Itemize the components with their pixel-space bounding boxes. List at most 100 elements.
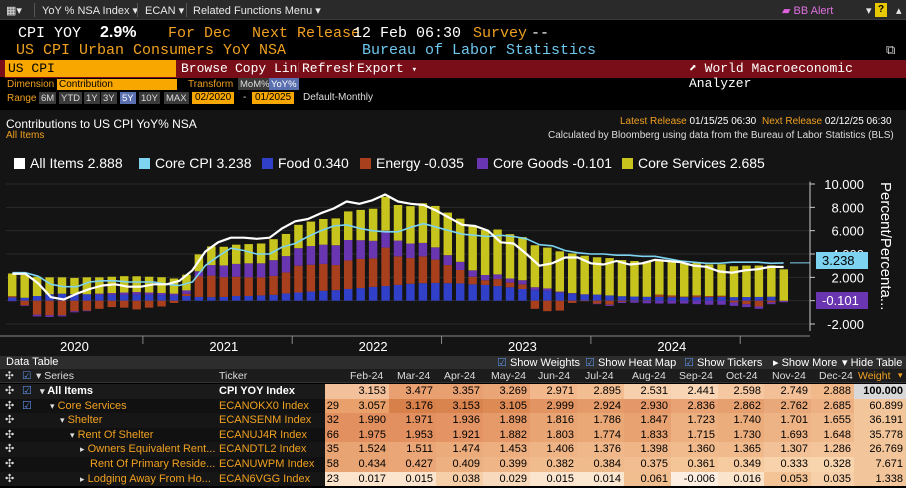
drag-handle-icon[interactable]: ✣ xyxy=(5,472,14,487)
y-axis-label: Percent/Percenta... xyxy=(877,182,894,311)
drag-handle-icon[interactable]: ✣ xyxy=(5,413,14,428)
col-month-header[interactable]: Aug-24 xyxy=(632,370,666,383)
refresh-button[interactable]: Refresh xyxy=(299,60,360,77)
table-row[interactable]: ✣ ▸ Owners Equivalent Rent... ECANDTL2 Ind… xyxy=(0,442,906,457)
expand-arrow-icon[interactable]: ▾ xyxy=(40,386,45,396)
related-functions-menu[interactable]: Related Functions Menu ▾ xyxy=(189,2,325,18)
dropdown-arrow-icon[interactable]: ▾ xyxy=(862,2,876,18)
copy-link-button[interactable]: Copy Link xyxy=(232,60,309,77)
value-cell: 2.598 xyxy=(718,384,764,399)
range-5y[interactable]: 5Y xyxy=(120,92,136,104)
col-month-header[interactable]: Sep-24 xyxy=(679,370,713,383)
expand-arrow-icon[interactable]: ▾ xyxy=(70,430,75,440)
source-link[interactable]: Bureau of Labor Statistics xyxy=(362,42,596,59)
browse-button[interactable]: Browse xyxy=(178,60,231,77)
ticker-cell[interactable]: ECANUJ4R Index xyxy=(219,428,307,443)
bb-alert-button[interactable]: ▰ BB Alert xyxy=(778,2,837,18)
grid-menu-icon[interactable]: ▦▾ xyxy=(2,2,26,18)
col-month-header[interactable]: Dec-24 xyxy=(819,370,853,383)
move-icon[interactable]: ✣ xyxy=(5,370,14,383)
energy-bar xyxy=(231,276,241,296)
drag-handle-icon[interactable]: ✣ xyxy=(5,399,14,414)
table-row[interactable]: ✣ ☑ ▾ Core Services ECANOKX0 Index 29 3.057 3.… xyxy=(0,398,906,414)
range-10y[interactable]: 10Y xyxy=(139,92,160,104)
range-1y[interactable]: 1Y xyxy=(84,92,100,104)
end-date-input[interactable]: 01/2025 xyxy=(252,92,295,104)
function-dropdown[interactable]: ECAN ▾ xyxy=(141,2,188,18)
row-checkbox[interactable]: ☑ xyxy=(22,384,32,399)
expand-arrow-icon[interactable]: ▾ xyxy=(60,415,65,425)
core-goods-bar xyxy=(493,274,502,280)
show-more-toggle[interactable]: ▸ Show More xyxy=(773,356,837,369)
show-heat-map-toggle[interactable]: ☑ Show Heat Map xyxy=(585,356,676,369)
food-bar xyxy=(630,296,639,301)
analyzer-link[interactable]: ⬈ World Macroeconomic Analyzer xyxy=(689,61,906,91)
expand-arrow-icon[interactable]: ▸ xyxy=(80,474,85,484)
col-month-header[interactable]: Oct-24 xyxy=(726,370,758,383)
series-name-cell: ▾ All Items xyxy=(40,385,94,397)
ticker-cell[interactable]: ECANSENM Index xyxy=(219,413,311,428)
col-ticker-header[interactable]: Ticker xyxy=(219,370,247,383)
ticker-cell[interactable]: ECANOKX0 Index xyxy=(219,399,309,414)
range-max[interactable]: MAX xyxy=(164,92,189,104)
ticker-cell[interactable]: ECANUWPM Index xyxy=(219,457,314,472)
drag-handle-icon[interactable]: ✣ xyxy=(5,442,14,457)
col-month-header[interactable]: Feb-24 xyxy=(350,370,383,383)
col-month-header[interactable]: Mar-24 xyxy=(397,370,430,383)
table-row[interactable]: ✣ ▸ Lodging Away From Ho... ECAN6VGG Index… xyxy=(0,471,906,487)
drag-handle-icon[interactable]: ✣ xyxy=(5,428,14,443)
export-button[interactable]: Export ▾ xyxy=(354,60,421,77)
food-bar xyxy=(742,297,751,301)
more-icon[interactable]: ▴ xyxy=(892,2,906,18)
col-month-header[interactable]: Apr-24 xyxy=(444,370,476,383)
legend-food[interactable]: Food 0.340 xyxy=(262,155,349,171)
legend-core-goods[interactable]: Core Goods -0.101 xyxy=(477,155,612,171)
food-bar xyxy=(754,296,764,301)
transform-yoy[interactable]: YoY% xyxy=(269,78,299,90)
drag-handle-icon[interactable]: ✣ xyxy=(5,384,14,399)
help-icon[interactable]: ? xyxy=(875,3,888,17)
table-row[interactable]: ✣ ▾ Shelter ECANSENM Index 32 1.990 1.971 1.93… xyxy=(0,413,906,428)
col-month-header[interactable]: May-24 xyxy=(491,370,526,383)
value-cell: 0.349 xyxy=(718,457,764,472)
range-6m[interactable]: 6M xyxy=(39,92,57,104)
sort-desc-icon[interactable]: ▾ xyxy=(898,370,903,383)
frequency-dropdown[interactable]: Default-Monthly xyxy=(303,92,373,103)
ticker-cell[interactable]: CPI YOY Index xyxy=(219,384,295,399)
chart-subtitle: All Items xyxy=(6,130,45,141)
col-month-header[interactable]: Nov-24 xyxy=(772,370,806,383)
table-row[interactable]: ✣ Rent Of Primary Reside... ECANUWPM Index… xyxy=(0,457,906,472)
ticker-cell[interactable]: ECANDTL2 Index xyxy=(219,442,306,457)
show-weights-toggle[interactable]: ☑ Show Weights xyxy=(497,356,580,369)
ticker-cell[interactable]: ECAN6VGG Index xyxy=(219,472,310,487)
contribution-chart[interactable]: 10.0008.0006.0004.0002.0000.000-2.000 20… xyxy=(0,176,906,356)
select-all-checkbox[interactable]: ☑ xyxy=(22,370,31,383)
table-row[interactable]: ✣ ▾ Rent Of Shelter ECANUJ4R Index 66 1.975 1… xyxy=(0,427,906,443)
popout-icon[interactable]: ⧉ xyxy=(886,42,895,58)
show-tickers-toggle[interactable]: ☑ Show Tickers xyxy=(684,356,762,369)
legend-core-services[interactable]: Core Services 2.685 xyxy=(622,155,765,171)
security-input[interactable]: US CPI xyxy=(5,60,176,77)
index-type-dropdown[interactable]: YoY % NSA Index ▾ xyxy=(38,2,142,18)
expand-arrow-icon[interactable]: ▸ xyxy=(80,444,85,454)
core-goods-bar xyxy=(717,300,726,305)
start-date-input[interactable]: 02/2020 xyxy=(192,92,235,104)
col-series-header[interactable]: ▾ Series xyxy=(36,370,74,383)
legend-energy[interactable]: Energy -0.035 xyxy=(360,155,464,171)
core-services-bar xyxy=(368,208,378,241)
legend-core-cpi[interactable]: Core CPI 3.238 xyxy=(139,155,252,171)
row-checkbox[interactable]: ☑ xyxy=(22,399,32,414)
legend-all-items[interactable]: All Items 2.888 xyxy=(14,155,123,171)
col-month-header[interactable]: Jun-24 xyxy=(538,370,570,383)
transform-mom[interactable]: MoM% xyxy=(238,78,272,90)
dimension-dropdown[interactable]: Contribution xyxy=(57,79,177,90)
drag-handle-icon[interactable]: ✣ xyxy=(5,457,14,472)
hide-table-button[interactable]: ▾ Hide Table xyxy=(842,356,902,369)
range-ytd[interactable]: YTD xyxy=(59,92,82,104)
food-bar xyxy=(431,282,440,301)
table-row[interactable]: ✣ ☑ ▾ All Items CPI YOY Index 3.153 3.477 3.35… xyxy=(0,384,906,399)
col-month-header[interactable]: Jul-24 xyxy=(585,370,614,383)
expand-arrow-icon[interactable]: ▾ xyxy=(50,401,55,411)
col-weight-header[interactable]: Weight xyxy=(858,370,891,383)
range-3y[interactable]: 3Y xyxy=(101,92,117,104)
